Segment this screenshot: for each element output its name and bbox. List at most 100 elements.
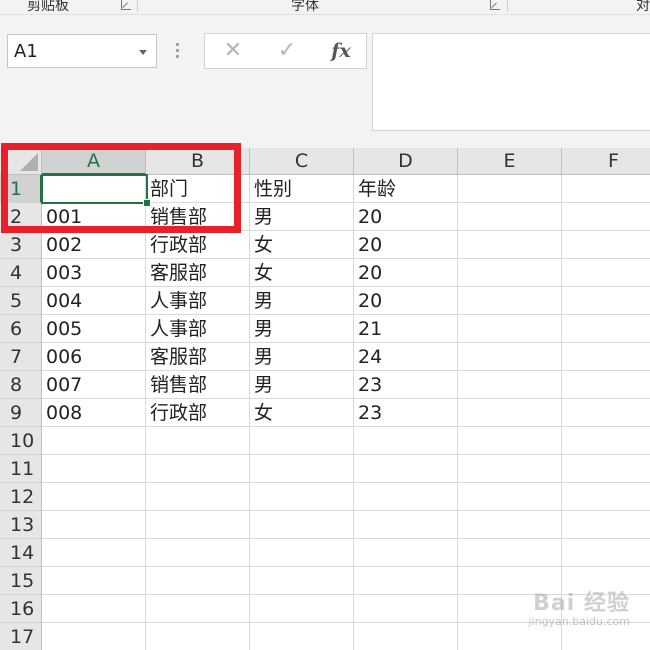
cell-e14[interactable]: [458, 539, 562, 567]
row-header-7[interactable]: 7: [0, 343, 42, 371]
cell-b8[interactable]: 销售部: [146, 371, 250, 399]
cell-d11[interactable]: [354, 455, 458, 483]
row-header-17[interactable]: 17: [0, 623, 42, 650]
cell-f4[interactable]: [562, 259, 650, 287]
cell-a9[interactable]: 008: [42, 399, 146, 427]
name-box[interactable]: A1: [7, 34, 157, 68]
cancel-icon[interactable]: ✕: [213, 38, 253, 64]
formula-input[interactable]: [372, 33, 650, 131]
cell-e8[interactable]: [458, 371, 562, 399]
cell-c8[interactable]: 男: [250, 371, 354, 399]
cell-b7[interactable]: 客服部: [146, 343, 250, 371]
cell-a6[interactable]: 005: [42, 315, 146, 343]
cell-f10[interactable]: [562, 427, 650, 455]
cell-e5[interactable]: [458, 287, 562, 315]
column-header-d[interactable]: D: [354, 148, 458, 175]
cell-e1[interactable]: [458, 175, 562, 203]
cell-f2[interactable]: [562, 203, 650, 231]
row-header-6[interactable]: 6: [0, 315, 42, 343]
cell-f1[interactable]: [562, 175, 650, 203]
cell-b2[interactable]: 销售部: [146, 203, 250, 231]
cell-f5[interactable]: [562, 287, 650, 315]
column-header-b[interactable]: B: [146, 148, 250, 175]
cell-d9[interactable]: 23: [354, 399, 458, 427]
cell-d17[interactable]: [354, 623, 458, 650]
cell-a5[interactable]: 004: [42, 287, 146, 315]
cell-b3[interactable]: 行政部: [146, 231, 250, 259]
row-header-3[interactable]: 3: [0, 231, 42, 259]
cell-b11[interactable]: [146, 455, 250, 483]
cell-d13[interactable]: [354, 511, 458, 539]
drag-handle-icon[interactable]: [176, 43, 180, 59]
cell-e11[interactable]: [458, 455, 562, 483]
cell-f6[interactable]: [562, 315, 650, 343]
chevron-down-icon[interactable]: [139, 50, 147, 55]
cell-d8[interactable]: 23: [354, 371, 458, 399]
cell-a11[interactable]: [42, 455, 146, 483]
column-header-f[interactable]: F: [562, 148, 650, 175]
cell-c10[interactable]: [250, 427, 354, 455]
cell-c2[interactable]: 男: [250, 203, 354, 231]
enter-check-icon[interactable]: ✓: [267, 38, 307, 64]
cell-f17[interactable]: [562, 623, 650, 650]
cell-c14[interactable]: [250, 539, 354, 567]
cell-b1[interactable]: 部门: [146, 175, 250, 203]
cell-d1[interactable]: 年龄: [354, 175, 458, 203]
cell-e3[interactable]: [458, 231, 562, 259]
cell-b14[interactable]: [146, 539, 250, 567]
row-header-5[interactable]: 5: [0, 287, 42, 315]
clipboard-launcher-icon[interactable]: [121, 0, 131, 10]
cell-f3[interactable]: [562, 231, 650, 259]
cell-f7[interactable]: [562, 343, 650, 371]
cell-b15[interactable]: [146, 567, 250, 595]
cell-e15[interactable]: [458, 567, 562, 595]
cell-c13[interactable]: [250, 511, 354, 539]
cell-b12[interactable]: [146, 483, 250, 511]
row-header-11[interactable]: 11: [0, 455, 42, 483]
cell-d16[interactable]: [354, 595, 458, 623]
cell-b6[interactable]: 人事部: [146, 315, 250, 343]
row-header-12[interactable]: 12: [0, 483, 42, 511]
cell-c12[interactable]: [250, 483, 354, 511]
cell-e6[interactable]: [458, 315, 562, 343]
cell-f14[interactable]: [562, 539, 650, 567]
cell-f15[interactable]: [562, 567, 650, 595]
select-all-button[interactable]: [0, 148, 42, 175]
fill-handle[interactable]: [143, 199, 151, 207]
cell-f13[interactable]: [562, 511, 650, 539]
cell-f9[interactable]: [562, 399, 650, 427]
cell-c11[interactable]: [250, 455, 354, 483]
cell-e17[interactable]: [458, 623, 562, 650]
cell-c6[interactable]: 男: [250, 315, 354, 343]
cell-a14[interactable]: [42, 539, 146, 567]
row-header-13[interactable]: 13: [0, 511, 42, 539]
row-header-15[interactable]: 15: [0, 567, 42, 595]
cell-c1[interactable]: 性别: [250, 175, 354, 203]
cell-f8[interactable]: [562, 371, 650, 399]
column-header-c[interactable]: C: [250, 148, 354, 175]
cell-d5[interactable]: 20: [354, 287, 458, 315]
cell-e10[interactable]: [458, 427, 562, 455]
cell-e16[interactable]: [458, 595, 562, 623]
cell-a15[interactable]: [42, 567, 146, 595]
cell-d4[interactable]: 20: [354, 259, 458, 287]
cell-d10[interactable]: [354, 427, 458, 455]
row-header-14[interactable]: 14: [0, 539, 42, 567]
cell-d12[interactable]: [354, 483, 458, 511]
row-header-8[interactable]: 8: [0, 371, 42, 399]
font-launcher-icon[interactable]: [490, 0, 500, 10]
cell-c4[interactable]: 女: [250, 259, 354, 287]
cell-c15[interactable]: [250, 567, 354, 595]
cell-e13[interactable]: [458, 511, 562, 539]
cell-e9[interactable]: [458, 399, 562, 427]
cell-a16[interactable]: [42, 595, 146, 623]
cell-a13[interactable]: [42, 511, 146, 539]
cell-a3[interactable]: 002: [42, 231, 146, 259]
cell-c7[interactable]: 男: [250, 343, 354, 371]
cell-b17[interactable]: [146, 623, 250, 650]
column-header-e[interactable]: E: [458, 148, 562, 175]
cell-d3[interactable]: 20: [354, 231, 458, 259]
cell-c16[interactable]: [250, 595, 354, 623]
cell-f16[interactable]: [562, 595, 650, 623]
cell-e2[interactable]: [458, 203, 562, 231]
